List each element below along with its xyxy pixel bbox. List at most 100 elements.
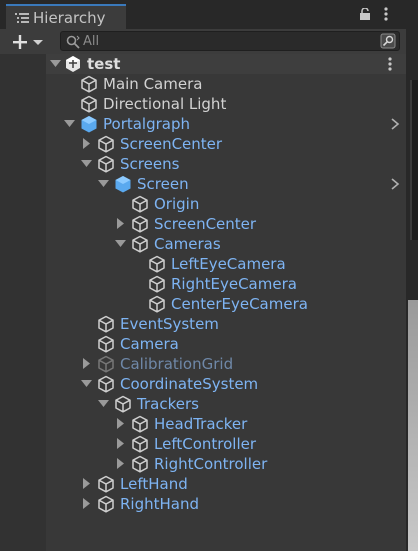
- tree-row[interactable]: ScreenCenter: [46, 214, 406, 234]
- chevron-right-icon[interactable]: [390, 118, 400, 130]
- more-options-icon[interactable]: [384, 7, 388, 21]
- lock-icon[interactable]: [359, 8, 371, 20]
- tree-item-label: Portalgraph: [103, 115, 191, 133]
- tree-row[interactable]: RightController: [46, 454, 406, 474]
- scene-row[interactable]: test: [46, 54, 406, 74]
- tree-item-label: LeftController: [154, 435, 257, 453]
- tree-item-label: RightEyeCamera: [171, 275, 297, 293]
- tree-item-label: RightHand: [120, 495, 199, 513]
- gameobject-cube-icon: [98, 355, 114, 373]
- collapsed-arrow-icon[interactable]: [115, 438, 126, 449]
- tree-item-label: Screen: [137, 175, 189, 193]
- tree-item-label: EventSystem: [120, 315, 219, 333]
- gameobject-cube-icon: [98, 475, 114, 493]
- gameobject-cube-icon: [132, 415, 148, 433]
- tree-row[interactable]: Trackers: [46, 394, 406, 414]
- tree-row[interactable]: RightHand: [46, 494, 406, 514]
- tree-item-label: HeadTracker: [154, 415, 248, 433]
- prefab-cube-icon: [115, 176, 131, 193]
- scene-name: test: [87, 55, 121, 73]
- expanded-arrow-icon[interactable]: [98, 398, 109, 409]
- expanded-arrow-icon[interactable]: [81, 378, 92, 389]
- hierarchy-panel: Hierarchy All test Main Camera Direction…: [0, 0, 406, 551]
- tree-item-label: Camera: [120, 335, 179, 353]
- tree-row[interactable]: HeadTracker: [46, 414, 406, 434]
- gameobject-cube-icon: [98, 155, 114, 173]
- tree-row[interactable]: CalibrationGrid: [46, 354, 406, 374]
- tree-row[interactable]: Screen: [46, 174, 406, 194]
- collapsed-arrow-icon[interactable]: [115, 218, 126, 229]
- gameobject-cube-icon: [115, 395, 131, 413]
- tree-row[interactable]: ScreenCenter: [46, 134, 406, 154]
- gameobject-cube-icon: [98, 335, 114, 353]
- tree-row[interactable]: LeftEyeCamera: [46, 254, 406, 274]
- tab-hierarchy[interactable]: Hierarchy: [6, 4, 126, 29]
- gameobject-cube-icon: [132, 235, 148, 253]
- tree-item-label: ScreenCenter: [154, 215, 257, 233]
- chevron-right-icon[interactable]: [390, 178, 400, 190]
- tree-gutter: [0, 54, 46, 551]
- list-icon: [15, 13, 29, 23]
- tab-bar: Hierarchy: [0, 0, 406, 29]
- search-field[interactable]: [60, 31, 400, 51]
- scene-view-edge-light: [408, 300, 418, 551]
- tree-row[interactable]: EventSystem: [46, 314, 406, 334]
- gameobject-cube-icon: [149, 295, 165, 313]
- scene-menu-icon[interactable]: [388, 57, 392, 71]
- tree-row[interactable]: LeftController: [46, 434, 406, 454]
- expanded-arrow-icon[interactable]: [50, 58, 61, 69]
- tree-item-label: Directional Light: [103, 95, 227, 113]
- scene-view-edge-dark: [410, 80, 418, 240]
- tree-row[interactable]: Directional Light: [46, 94, 406, 114]
- gameobject-cube-icon: [132, 455, 148, 473]
- tree-item-label: Trackers: [137, 395, 199, 413]
- tree-item-label: LeftHand: [120, 475, 188, 493]
- expanded-arrow-icon[interactable]: [115, 238, 126, 249]
- add-object-button[interactable]: [10, 32, 48, 52]
- tree-item-label: Main Camera: [103, 75, 203, 93]
- search-input[interactable]: [83, 32, 363, 50]
- collapsed-arrow-icon[interactable]: [81, 498, 92, 509]
- tree-row[interactable]: Main Camera: [46, 74, 406, 94]
- tree-item-label: Cameras: [154, 235, 221, 253]
- tree-row[interactable]: RightEyeCamera: [46, 274, 406, 294]
- tree-item-label: CoordinateSystem: [120, 375, 259, 393]
- expanded-arrow-icon[interactable]: [98, 178, 109, 189]
- gameobject-cube-icon: [149, 275, 165, 293]
- tree-row[interactable]: LeftHand: [46, 474, 406, 494]
- scene-icon: [66, 56, 80, 72]
- tree-row[interactable]: CenterEyeCamera: [46, 294, 406, 314]
- gameobject-cube-icon: [98, 495, 114, 513]
- collapsed-arrow-icon[interactable]: [81, 478, 92, 489]
- hierarchy-tree: test Main Camera Directional Light Portalg…: [0, 54, 406, 551]
- tree-row[interactable]: Portalgraph: [46, 114, 406, 134]
- collapsed-arrow-icon[interactable]: [81, 358, 92, 369]
- scene-search-icon[interactable]: [380, 33, 396, 49]
- tree-item-label: CalibrationGrid: [120, 355, 234, 373]
- toolbar: [0, 29, 406, 55]
- tree-item-label: CenterEyeCamera: [171, 295, 308, 313]
- collapsed-arrow-icon[interactable]: [115, 458, 126, 469]
- tree-item-label: Origin: [154, 195, 200, 213]
- tree-row[interactable]: CoordinateSystem: [46, 374, 406, 394]
- tree-row[interactable]: Cameras: [46, 234, 406, 254]
- gameobject-cube-icon: [132, 435, 148, 453]
- expanded-arrow-icon[interactable]: [64, 118, 75, 129]
- gameobject-cube-icon: [149, 255, 165, 273]
- gameobject-cube-icon: [98, 375, 114, 393]
- collapsed-arrow-icon[interactable]: [81, 138, 92, 149]
- tree-row[interactable]: Origin: [46, 194, 406, 214]
- prefab-cube-icon: [81, 116, 97, 133]
- collapsed-arrow-icon[interactable]: [115, 418, 126, 429]
- tree-row[interactable]: Screens: [46, 154, 406, 174]
- tree-item-label: Screens: [120, 155, 180, 173]
- gameobject-cube-icon: [132, 215, 148, 233]
- tree-item-label: LeftEyeCamera: [171, 255, 286, 273]
- gameobject-cube-icon: [132, 195, 148, 213]
- expanded-arrow-icon[interactable]: [81, 158, 92, 169]
- search-icon: [66, 35, 80, 49]
- tree-item-label: RightController: [154, 455, 268, 473]
- tree-item-label: ScreenCenter: [120, 135, 223, 153]
- tree-row[interactable]: Camera: [46, 334, 406, 354]
- tab-label: Hierarchy: [33, 9, 106, 27]
